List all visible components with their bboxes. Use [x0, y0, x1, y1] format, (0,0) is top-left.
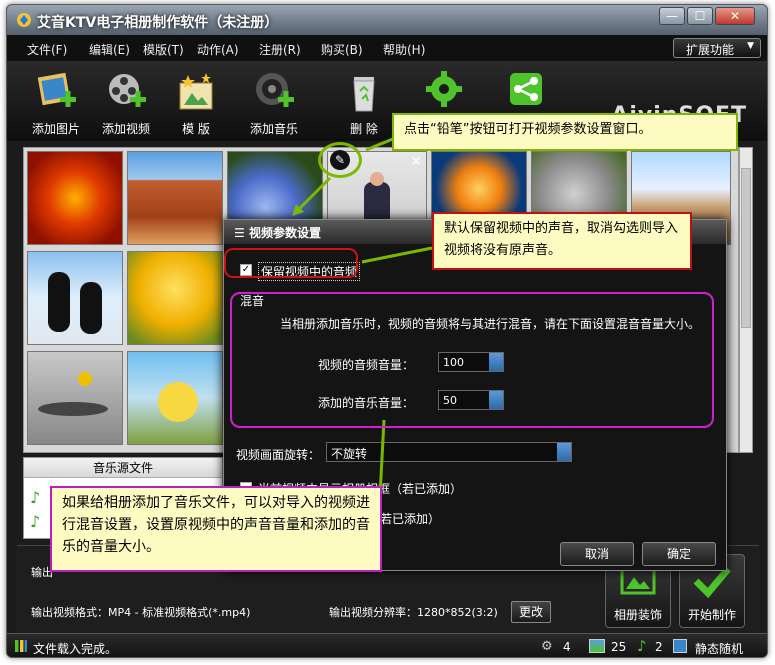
share-icon	[504, 71, 548, 115]
menu-icon: ☰	[234, 226, 249, 240]
ok-button[interactable]: 确定	[642, 542, 716, 566]
menu-register[interactable]: 注册(R)	[259, 41, 301, 58]
menu-help[interactable]: 帮助(H)	[383, 41, 425, 58]
window-title: 艾音KTV电子相册制作软件（未注册）	[37, 15, 279, 31]
music-icon: ♪	[637, 637, 647, 655]
music-note-icon: ♪	[30, 488, 41, 507]
photo-thumb[interactable]	[27, 151, 123, 245]
start-label: 开始制作	[687, 608, 736, 622]
cancel-button[interactable]: 取消	[560, 542, 634, 566]
close-button[interactable]: ✕	[715, 7, 755, 25]
speaker-icon	[252, 71, 296, 115]
extend-features-button[interactable]: 扩展功能 ▼	[673, 38, 761, 58]
duckling-shape	[158, 382, 198, 422]
pencil-icon[interactable]: ✎	[330, 150, 350, 170]
template-button[interactable]: 模 版	[161, 71, 231, 137]
status-bars-icon	[15, 640, 27, 652]
stone-shape	[38, 402, 108, 416]
output-format: 输出视频格式：MP4 - 标准视频格式(*.mp4)	[31, 606, 251, 619]
template-label: 模 版	[182, 122, 210, 136]
add-image-icon	[34, 71, 78, 115]
photo-thumb[interactable]	[127, 351, 223, 445]
grid-scrollbar[interactable]	[739, 147, 753, 453]
status-image-count: 25	[611, 640, 627, 654]
menu-file[interactable]: 文件(F)	[27, 41, 67, 58]
minimize-button[interactable]: —	[659, 7, 685, 25]
status-mode: 静态随机	[695, 642, 744, 656]
menu-buy[interactable]: 购买(B)	[321, 41, 363, 58]
film-icon: ⚙	[541, 639, 553, 654]
mix-callout: 如果给相册添加了音乐文件，可以对导入的视频进行混音设置，设置原视频中的声音音量和…	[50, 486, 382, 572]
person-figure	[364, 182, 390, 222]
extend-label: 扩展功能	[686, 43, 735, 57]
app-logo-icon	[17, 13, 31, 27]
template-icon	[174, 71, 218, 115]
mix-highlight	[230, 292, 714, 428]
music-note-icon: ♪	[30, 512, 41, 531]
film-reel-icon	[104, 71, 148, 115]
pencil-callout: 点击“铅笔”按钮可打开视频参数设置窗口。	[392, 113, 738, 151]
image-icon	[589, 639, 605, 653]
decorate-label: 相册装饰	[613, 608, 662, 622]
title-bar: 艾音KTV电子相册制作软件（未注册） — ☐ ✕	[7, 5, 767, 35]
effect-icon	[673, 639, 687, 653]
photo-thumb[interactable]	[127, 151, 223, 245]
status-bar: 文件载入完成。 ⚙ 4 25 ♪ 2 静态随机	[7, 633, 767, 657]
menu-edit[interactable]: 编辑(E)	[89, 41, 130, 58]
penguin-shape	[80, 282, 102, 334]
scrollbar-thumb[interactable]	[741, 168, 751, 328]
maximize-button[interactable]: ☐	[687, 7, 713, 25]
photo-thumb[interactable]	[27, 251, 123, 345]
output-resolution: 输出视频分辨率：1280*852(3:2)	[329, 606, 498, 619]
menu-bar: 文件(F) 编辑(E) 模版(T) 动作(A) 注册(R) 购买(B) 帮助(H…	[7, 35, 767, 61]
gear-icon	[422, 71, 466, 115]
add-music-label: 添加音乐	[249, 122, 298, 136]
keep-audio-callout: 默认保留视频中的声音，取消勾选则导入视频将没有原声音。	[432, 212, 692, 270]
change-button[interactable]: 更改	[511, 601, 551, 623]
recycle-bin-icon	[342, 71, 386, 115]
chevron-down-icon: ▼	[747, 41, 754, 51]
photo-thumb[interactable]	[27, 351, 123, 445]
menu-action[interactable]: 动作(A)	[197, 41, 239, 58]
delete-button[interactable]: 删 除	[329, 71, 399, 137]
rotate-select[interactable]: 不旋转	[326, 442, 572, 462]
add-video-label: 添加视频	[101, 122, 150, 136]
chevron-down-icon[interactable]	[557, 443, 571, 461]
status-music-count: 2	[655, 640, 663, 654]
keep-audio-highlight	[224, 248, 358, 278]
add-music-button[interactable]: 添加音乐	[239, 71, 309, 137]
settings-button[interactable]	[409, 71, 479, 115]
rotate-value: 不旋转	[331, 447, 368, 461]
penguin-shape	[48, 272, 70, 332]
add-image-button[interactable]: 添加图片	[21, 71, 91, 137]
menu-template[interactable]: 模版(T)	[143, 41, 184, 58]
add-video-button[interactable]: 添加视频	[91, 71, 161, 137]
dialog-title: 视频参数设置	[248, 226, 321, 240]
close-icon[interactable]: ✕	[410, 154, 422, 170]
status-video-count: 4	[563, 640, 571, 654]
status-message: 文件载入完成。	[33, 642, 118, 656]
add-image-label: 添加图片	[31, 122, 80, 136]
photo-thumb[interactable]	[127, 251, 223, 345]
delete-label: 删 除	[350, 122, 378, 136]
flower-shape	[78, 372, 92, 386]
rotate-label: 视频画面旋转：	[236, 448, 321, 462]
person-head	[370, 172, 384, 186]
music-panel-header: 音乐源文件	[24, 458, 222, 478]
share-button[interactable]	[491, 71, 561, 115]
